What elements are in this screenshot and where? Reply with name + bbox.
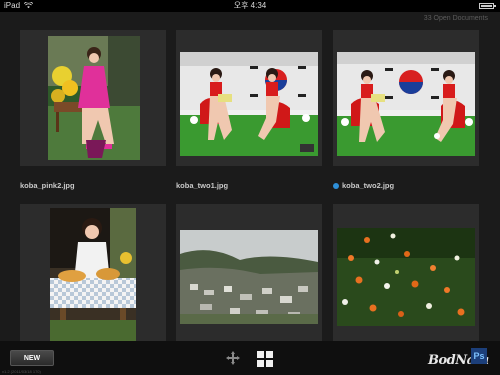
document-thumbnail[interactable] xyxy=(333,204,479,341)
new-document-button[interactable]: NEW xyxy=(10,350,54,366)
photo-preview xyxy=(180,230,318,324)
document-thumbnail[interactable]: koba_two2.jpg xyxy=(333,30,479,190)
battery-icon xyxy=(479,3,496,9)
selected-indicator xyxy=(333,183,339,189)
photo-preview xyxy=(48,36,140,160)
document-thumbnail[interactable] xyxy=(176,204,322,341)
photoshop-badge: Ps xyxy=(471,348,487,364)
document-thumbnail[interactable]: koba_pink2.jpg xyxy=(20,30,166,190)
clock: 오후 4:34 xyxy=(233,1,267,10)
document-filename: koba_two2.jpg xyxy=(342,181,395,190)
photo-preview xyxy=(337,52,475,156)
photo-preview xyxy=(50,208,136,341)
grid-view-icon[interactable] xyxy=(257,351,273,367)
document-thumbnail[interactable] xyxy=(20,204,166,341)
version-label: v1.2 (2011/03/18 170) xyxy=(2,369,41,374)
document-thumbnail[interactable]: koba_two1.jpg xyxy=(176,30,322,190)
document-filename: koba_pink2.jpg xyxy=(20,181,75,190)
open-documents-count: 33 Open Documents xyxy=(423,15,488,22)
move-arrows-icon[interactable] xyxy=(225,350,241,366)
status-bar: iPad 오후 4:34 xyxy=(0,0,500,12)
document-filename: koba_two1.jpg xyxy=(176,181,229,190)
photo-preview xyxy=(337,228,475,326)
bottom-toolbar: NEW v1.2 (2011/03/18 170) xyxy=(0,341,500,375)
photo-preview xyxy=(180,52,318,156)
